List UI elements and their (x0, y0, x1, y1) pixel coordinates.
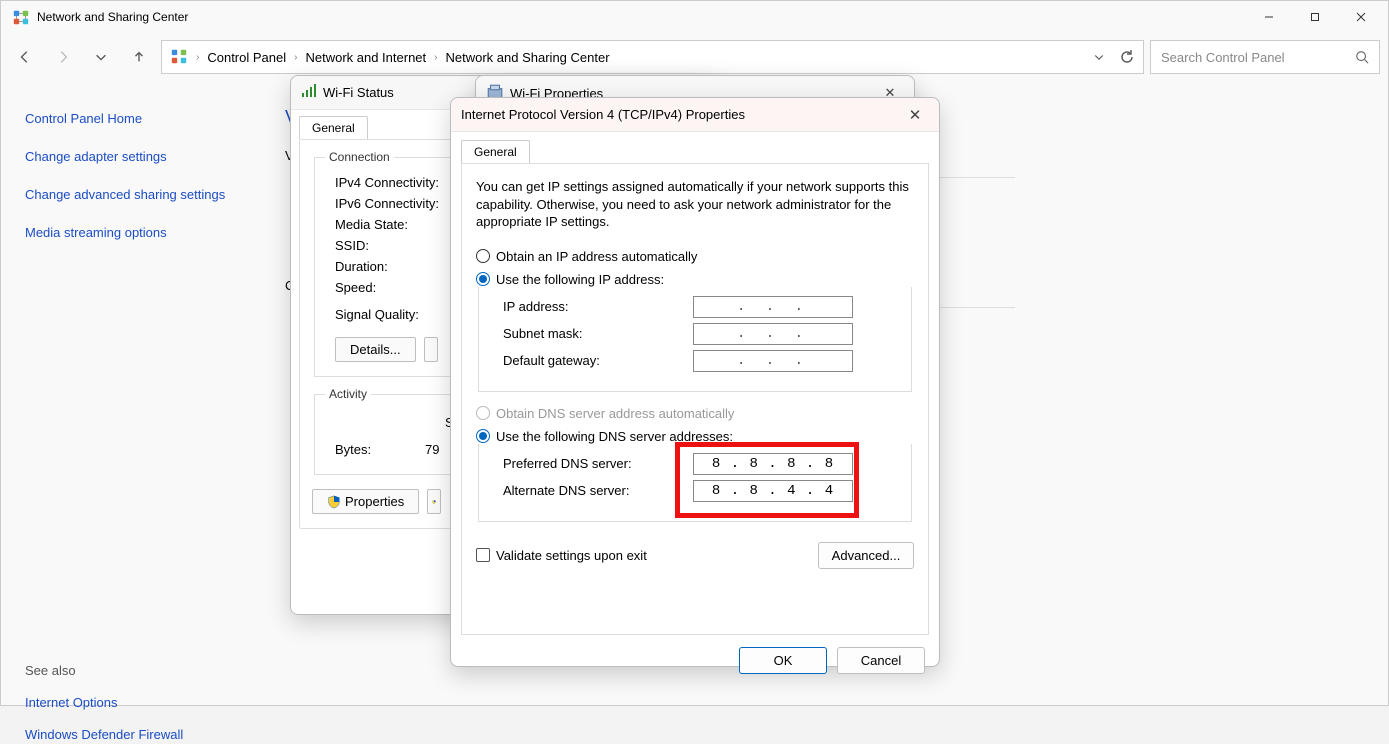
radio-use-following-ip[interactable]: Use the following IP address: (476, 272, 914, 287)
breadcrumb[interactable]: Network and Internet (305, 50, 426, 65)
seealso-label: See also (25, 663, 237, 678)
wireless-properties-button-fragment[interactable] (424, 337, 438, 362)
label-alternate-dns: Alternate DNS server: (503, 483, 693, 498)
ip-address-input[interactable]: . . . (693, 296, 853, 318)
chevron-right-icon[interactable]: › (196, 52, 199, 63)
label-ip-address: IP address: (503, 299, 693, 314)
sidebar-item-firewall[interactable]: Windows Defender Firewall (25, 726, 237, 744)
wifi-signal-icon (301, 83, 317, 102)
label-preferred-dns: Preferred DNS server: (503, 456, 693, 471)
label-ssid: SSID: (325, 238, 465, 253)
group-connection: Connection (325, 150, 394, 164)
up-button[interactable] (123, 41, 155, 73)
group-activity: Activity (325, 387, 371, 401)
label-media-state: Media State: (325, 217, 465, 232)
sidebar-item-internet-options[interactable]: Internet Options (25, 694, 237, 712)
breadcrumb[interactable]: Network and Sharing Center (446, 50, 610, 65)
forward-button[interactable] (47, 41, 79, 73)
network-sharing-center-icon (11, 7, 31, 27)
refresh-icon[interactable] (1119, 49, 1135, 65)
breadcrumb[interactable]: Control Panel (207, 50, 286, 65)
radio-icon (476, 406, 490, 420)
maximize-button[interactable] (1292, 1, 1338, 33)
advanced-button[interactable]: Advanced... (818, 542, 914, 569)
close-button[interactable] (1338, 1, 1384, 33)
sidebar: Control Panel Home Change adapter settin… (1, 91, 261, 705)
sidebar-item-adapter-settings[interactable]: Change adapter settings (25, 148, 237, 166)
window-title: Network and Sharing Center (37, 10, 188, 24)
disable-button-fragment[interactable] (427, 489, 441, 514)
radio-obtain-ip-auto[interactable]: Obtain an IP address automatically (476, 249, 914, 264)
radio-use-following-dns[interactable]: Use the following DNS server addresses: (476, 429, 914, 444)
sidebar-home[interactable]: Control Panel Home (25, 111, 237, 126)
properties-button[interactable]: Properties (312, 489, 419, 514)
radio-icon (476, 249, 490, 263)
cancel-button[interactable]: Cancel (837, 647, 925, 674)
radio-obtain-dns-auto: Obtain DNS server address automatically (476, 406, 914, 421)
shield-icon (432, 495, 436, 509)
chevron-right-icon[interactable]: › (434, 52, 437, 63)
subnet-mask-input[interactable]: . . . (693, 323, 853, 345)
close-icon[interactable]: ✕ (901, 103, 929, 127)
label-duration: Duration: (325, 259, 465, 274)
toolbar: › Control Panel › Network and Internet ›… (1, 33, 1388, 81)
radio-icon (476, 272, 490, 286)
titlebar: Network and Sharing Center (1, 1, 1388, 33)
minimize-button[interactable] (1246, 1, 1292, 33)
search-input[interactable]: Search Control Panel (1150, 40, 1380, 74)
shield-icon (327, 495, 341, 509)
back-button[interactable] (9, 41, 41, 73)
label-ipv4: IPv4 Connectivity: (325, 175, 465, 190)
label-bytes: Bytes: (325, 442, 425, 457)
address-bar[interactable]: › Control Panel › Network and Internet ›… (161, 40, 1144, 74)
preferred-dns-input[interactable]: 8 . 8 . 8 . 8 (693, 453, 853, 475)
dialog-title: Wi-Fi Status (323, 85, 394, 100)
label-signal-quality: Signal Quality: (325, 307, 465, 322)
search-placeholder: Search Control Panel (1161, 50, 1355, 65)
chevron-right-icon[interactable]: › (294, 52, 297, 63)
recent-locations-button[interactable] (85, 41, 117, 73)
dialog-title: Internet Protocol Version 4 (TCP/IPv4) P… (461, 107, 745, 122)
sidebar-item-media-streaming[interactable]: Media streaming options (25, 224, 237, 242)
alternate-dns-input[interactable]: 8 . 8 . 4 . 4 (693, 480, 853, 502)
label-speed: Speed: (325, 280, 465, 295)
label-subnet-mask: Subnet mask: (503, 326, 693, 341)
tab-general[interactable]: General (461, 140, 530, 163)
ipv4-properties-dialog: Internet Protocol Version 4 (TCP/IPv4) P… (450, 97, 940, 667)
label-ipv6: IPv6 Connectivity: (325, 196, 465, 211)
radio-icon (476, 429, 490, 443)
label-default-gateway: Default gateway: (503, 353, 693, 368)
description-text: You can get IP settings assigned automat… (476, 178, 914, 231)
checkbox-icon (476, 548, 490, 562)
sidebar-item-advanced-sharing[interactable]: Change advanced sharing settings (25, 186, 237, 204)
ok-button[interactable]: OK (739, 647, 827, 674)
address-bar-icon (170, 47, 188, 68)
validate-settings-checkbox[interactable]: Validate settings upon exit Advanced... (476, 542, 914, 569)
tab-general[interactable]: General (299, 116, 368, 139)
search-icon (1355, 50, 1369, 64)
details-button[interactable]: Details... (335, 337, 416, 362)
value-bytes-sent-fragment: 79 (425, 442, 439, 457)
default-gateway-input[interactable]: . . . (693, 350, 853, 372)
chevron-down-icon[interactable] (1093, 51, 1105, 63)
